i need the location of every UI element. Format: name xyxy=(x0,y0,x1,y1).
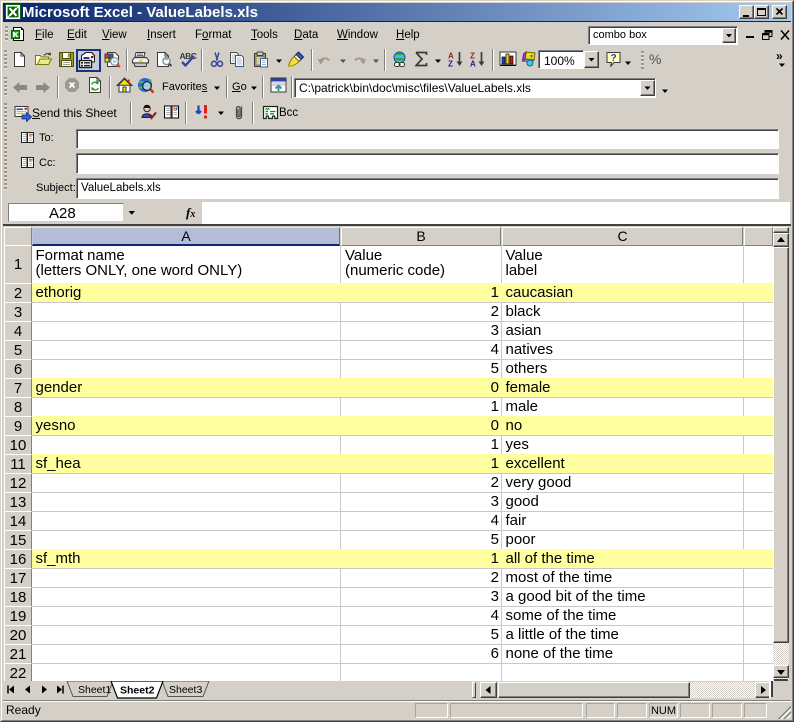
svg-text:ABC: ABC xyxy=(180,51,197,61)
svg-text:Sheet3: Sheet3 xyxy=(169,684,202,696)
svg-text:Sheet1: Sheet1 xyxy=(78,684,111,696)
svg-text:A: A xyxy=(470,60,476,68)
svg-text:Z: Z xyxy=(448,60,453,68)
svg-text:Sheet2: Sheet2 xyxy=(120,685,155,697)
svg-text:?: ? xyxy=(611,53,617,64)
